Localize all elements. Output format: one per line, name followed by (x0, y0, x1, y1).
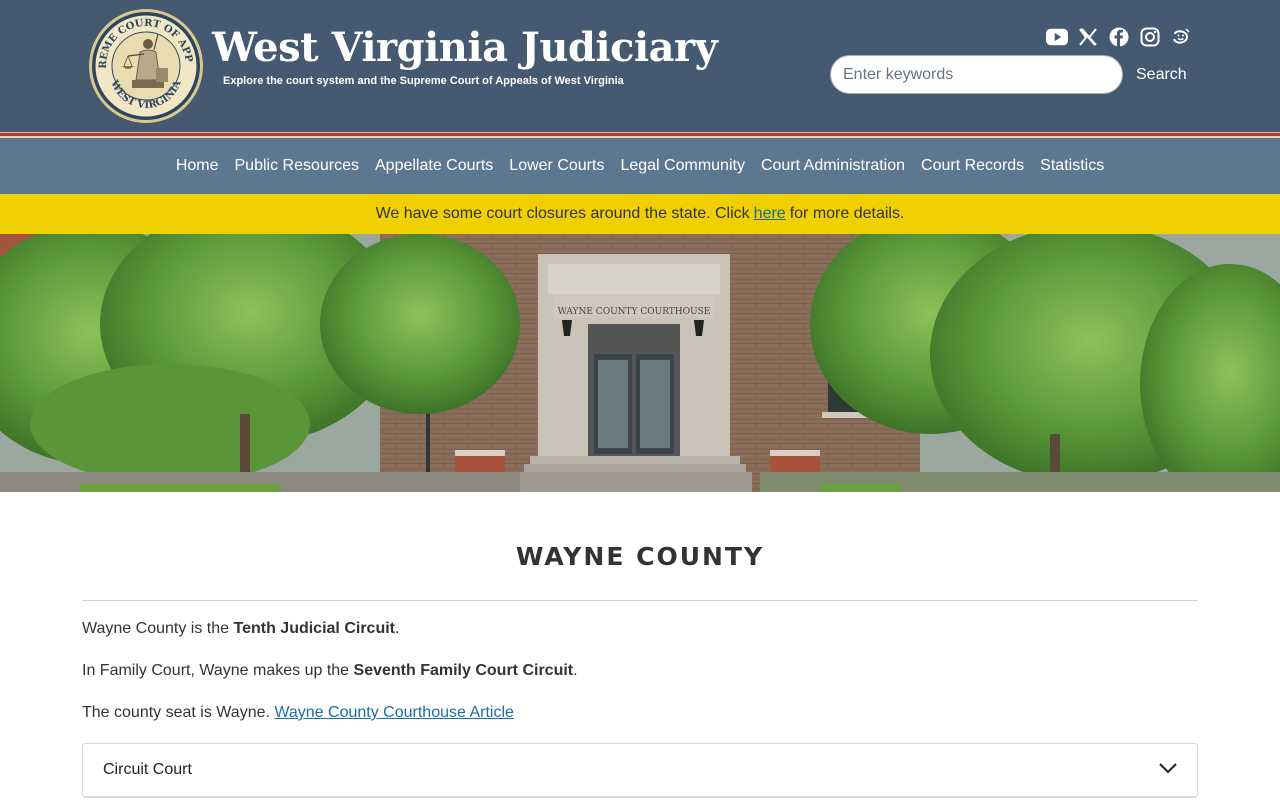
site-title[interactable]: West Virginia Judiciary (212, 24, 718, 71)
social-links (1046, 26, 1192, 48)
nav-item-public-resources[interactable]: Public Resources (235, 157, 360, 175)
circuit-text-end: . (394, 620, 400, 637)
site-tagline: Explore the court system and the Supreme… (223, 75, 624, 87)
nav-item-appellate-courts[interactable]: Appellate Courts (375, 157, 493, 175)
nav-item-legal-community[interactable]: Legal Community (620, 157, 745, 175)
court-accordion: Circuit Court (82, 743, 1198, 798)
nav-item-court-records[interactable]: Court Records (921, 157, 1024, 175)
family-court-text: In Family Court, Wayne makes up the (82, 662, 354, 679)
family-court-circuit-name: Seventh Family Court Circuit (353, 662, 574, 679)
nav-item-home[interactable]: Home (176, 157, 219, 175)
youtube-icon[interactable] (1046, 26, 1068, 48)
site-header: SUPREME COURT OF APPEALS WEST VIRGINIA W… (0, 0, 1280, 132)
building-sign-text: WAYNE COUNTY COURTHOUSE (558, 307, 711, 317)
chevron-down-icon (1159, 761, 1177, 779)
main-content: WAYNE COUNTY Wayne County is the Tenth J… (82, 492, 1198, 798)
circuit-paragraph: Wayne County is the Tenth Judicial Circu… (82, 619, 1198, 639)
family-court-text-end: . (573, 662, 578, 679)
alert-text-before: We have some court closures around the s… (375, 205, 750, 222)
accordion-label: Circuit Court (103, 761, 192, 778)
instagram-icon[interactable] (1139, 26, 1161, 48)
nav-item-statistics[interactable]: Statistics (1040, 157, 1104, 175)
facebook-icon[interactable] (1108, 26, 1130, 48)
search-input[interactable] (830, 55, 1123, 94)
main-nav: Home Public Resources Appellate Courts L… (0, 138, 1280, 194)
page-title: WAYNE COUNTY (515, 542, 765, 571)
circuit-text: Wayne County is the (82, 620, 234, 637)
judicial-circuit-name: Tenth Judicial Circuit (233, 620, 395, 637)
nav-item-court-administration[interactable]: Court Administration (761, 157, 905, 175)
x-icon[interactable] (1077, 26, 1099, 48)
nav-item-lower-courts[interactable]: Lower Courts (509, 157, 604, 175)
search-button[interactable]: Search (1126, 55, 1197, 94)
courthouse-article-link[interactable]: Wayne County Courthouse Article (274, 704, 514, 721)
alert-text-after: for more details. (789, 205, 905, 222)
closure-alert-banner: We have some court closures around the s… (0, 194, 1280, 234)
supreme-court-seal-logo[interactable]: SUPREME COURT OF APPEALS WEST VIRGINIA (88, 8, 204, 124)
threads-icon[interactable] (1170, 26, 1192, 48)
alert-details-link[interactable]: here (754, 205, 786, 223)
county-seat-text: The county seat is Wayne. (82, 704, 275, 721)
title-divider (82, 600, 1198, 601)
family-court-paragraph: In Family Court, Wayne makes up the Seve… (82, 661, 1198, 681)
county-seat-paragraph: The county seat is Wayne. Wayne County C… (82, 703, 1198, 723)
accordion-circuit-court[interactable]: Circuit Court (83, 744, 1197, 797)
courthouse-hero-image: WAYNE COUNTY COURTHOUSE (0, 234, 1280, 492)
